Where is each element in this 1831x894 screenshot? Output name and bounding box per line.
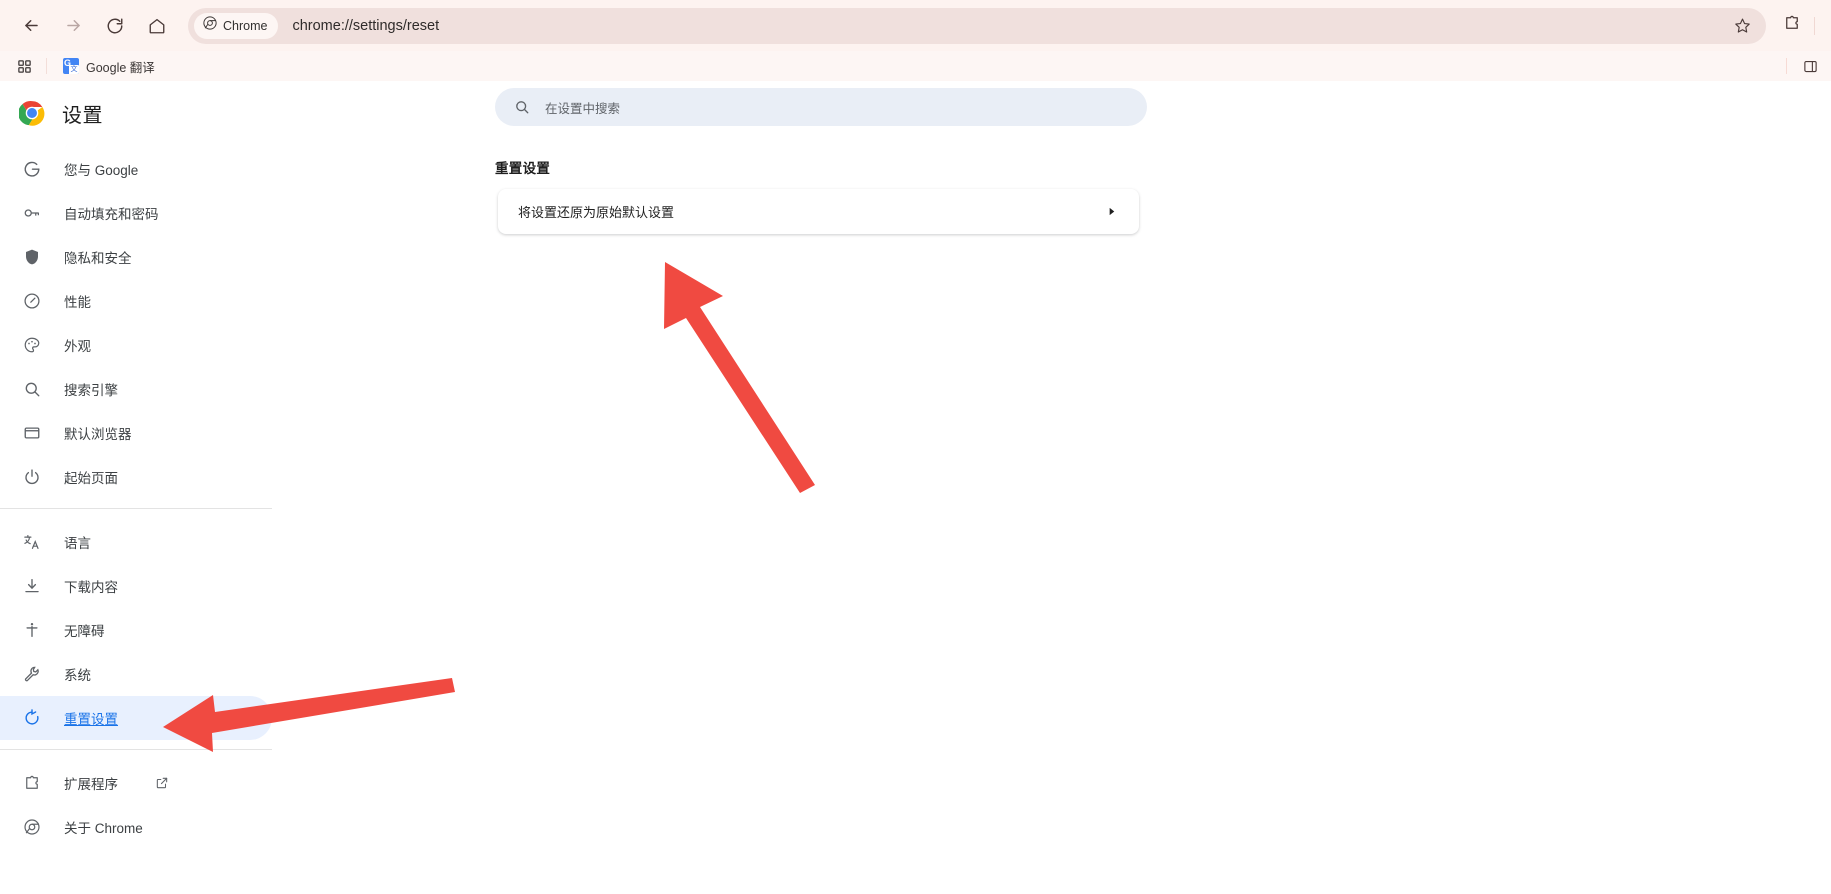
sidebar-item-label: 重置设置 xyxy=(64,712,118,727)
chrome-outline-icon xyxy=(22,817,42,837)
settings-sidebar: 设置 您与 Google 自动填充和密码 隐私和安全 性能 外观 搜索引擎 默认… xyxy=(0,81,272,894)
sidebar-item-label: 扩展程序 xyxy=(64,777,118,792)
omnibox-chip-label: Chrome xyxy=(223,18,268,33)
apps-grid-icon[interactable] xyxy=(12,54,36,78)
sidebar-item-autofill-passwords[interactable]: 自动填充和密码 xyxy=(0,191,272,235)
sidebar-item-privacy-security[interactable]: 隐私和安全 xyxy=(0,235,272,279)
sidebar-item-accessibility[interactable]: 无障碍 xyxy=(0,608,272,652)
home-button[interactable] xyxy=(140,9,174,43)
chrome-logo-icon xyxy=(18,100,45,126)
sidebar-item-reset-settings[interactable]: 重置设置 xyxy=(0,696,272,740)
reset-to-defaults-label: 将设置还原为原始默认设置 xyxy=(518,205,675,220)
sidebar-item-label: 您与 Google xyxy=(64,163,139,178)
puzzle-piece-icon xyxy=(22,773,42,793)
bookmark-item-google-translate[interactable]: G文 Google 翻译 xyxy=(57,54,161,79)
translate-icon xyxy=(22,532,42,552)
accessibility-icon xyxy=(22,620,42,640)
settings-search-wrapper: 在设置中搜索 xyxy=(495,88,1147,126)
search-placeholder: 在设置中搜索 xyxy=(545,101,621,116)
forward-button[interactable] xyxy=(56,9,90,43)
chevron-right-icon xyxy=(1105,206,1117,218)
arrow-left-icon xyxy=(22,16,41,35)
sidebar-divider-2 xyxy=(0,749,272,750)
google-g-icon xyxy=(22,159,42,179)
sidebar-item-label: 关于 Chrome xyxy=(64,821,143,836)
speedometer-icon xyxy=(22,291,42,311)
omnibox-chrome-chip[interactable]: Chrome xyxy=(194,12,279,39)
sidebar-nav-group-3: 扩展程序 关于 Chrome xyxy=(0,759,272,849)
home-icon xyxy=(148,17,166,35)
sidebar-item-extensions[interactable]: 扩展程序 xyxy=(0,761,272,805)
sidebar-item-label: 默认浏览器 xyxy=(64,427,132,442)
google-translate-icon: G文 xyxy=(63,58,79,74)
side-panel-icon[interactable] xyxy=(1801,57,1819,75)
power-icon xyxy=(22,467,42,487)
omnibox-url-text: chrome://settings/reset xyxy=(292,17,440,34)
sidebar-item-appearance[interactable]: 外观 xyxy=(0,323,272,367)
reset-to-defaults-row[interactable]: 将设置还原为原始默认设置 xyxy=(498,189,1139,234)
sidebar-item-label: 系统 xyxy=(64,668,91,683)
bookmarks-bar-right xyxy=(1786,57,1819,75)
sidebar-item-label: 无障碍 xyxy=(64,624,105,639)
back-button[interactable] xyxy=(14,9,48,43)
toolbar-divider xyxy=(1814,16,1815,35)
bookmarks-divider xyxy=(46,58,47,74)
sidebar-item-you-and-google[interactable]: 您与 Google xyxy=(0,147,272,191)
puzzle-piece-icon xyxy=(1783,14,1801,37)
sidebar-nav-group-1: 您与 Google 自动填充和密码 隐私和安全 性能 外观 搜索引擎 默认浏览器… xyxy=(0,145,272,499)
sidebar-item-label: 起始页面 xyxy=(64,471,118,486)
sidebar-item-on-startup[interactable]: 起始页面 xyxy=(0,455,272,499)
sidebar-item-label: 隐私和安全 xyxy=(64,251,132,266)
bookmark-star-icon[interactable] xyxy=(1728,12,1756,40)
sidebar-item-label: 性能 xyxy=(64,295,91,310)
download-icon xyxy=(22,576,42,596)
address-bar[interactable]: Chrome chrome://settings/reset xyxy=(188,7,1766,44)
search-icon xyxy=(513,98,531,116)
sidebar-item-languages[interactable]: 语言 xyxy=(0,520,272,564)
bookmark-label: Google 翻译 xyxy=(86,60,155,75)
sidebar-item-about-chrome[interactable]: 关于 Chrome xyxy=(0,805,272,849)
reload-button[interactable] xyxy=(98,9,132,43)
sidebar-divider-1 xyxy=(0,508,272,509)
section-title-reset-settings: 重置设置 xyxy=(495,161,551,176)
extensions-button[interactable] xyxy=(1776,10,1808,42)
search-icon xyxy=(22,379,42,399)
settings-page: 设置 您与 Google 自动填充和密码 隐私和安全 性能 外观 搜索引擎 默认… xyxy=(0,81,1831,894)
browser-window-icon xyxy=(22,423,42,443)
palette-icon xyxy=(22,335,42,355)
sidebar-item-label: 外观 xyxy=(64,339,91,354)
settings-main-content: 在设置中搜索 重置设置 将设置还原为原始默认设置 xyxy=(272,81,1831,894)
sidebar-item-default-browser[interactable]: 默认浏览器 xyxy=(0,411,272,455)
search-input[interactable]: 在设置中搜索 xyxy=(495,88,1147,126)
sidebar-item-performance[interactable]: 性能 xyxy=(0,279,272,323)
key-icon xyxy=(22,203,42,223)
reset-circular-arrow-icon xyxy=(22,708,42,728)
wrench-icon xyxy=(22,664,42,684)
sidebar-item-label: 搜索引擎 xyxy=(64,383,118,398)
chrome-logo-icon xyxy=(203,16,217,35)
sidebar-item-search-engine[interactable]: 搜索引擎 xyxy=(0,367,272,411)
open-in-new-icon[interactable] xyxy=(154,776,169,791)
sidebar-nav-group-2: 语言 下载内容 无障碍 系统 重置设置 xyxy=(0,518,272,740)
reload-icon xyxy=(106,17,124,35)
browser-toolbar: Chrome chrome://settings/reset xyxy=(0,0,1831,51)
sidebar-item-system[interactable]: 系统 xyxy=(0,652,272,696)
settings-header: 设置 xyxy=(0,81,272,145)
shield-icon xyxy=(22,247,42,267)
sidebar-item-label: 下载内容 xyxy=(64,580,118,595)
arrow-right-icon xyxy=(64,16,83,35)
sidebar-item-label: 语言 xyxy=(64,536,91,551)
page-title: 设置 xyxy=(62,104,103,127)
sidebar-item-label: 自动填充和密码 xyxy=(64,207,159,222)
sidebar-item-downloads[interactable]: 下载内容 xyxy=(0,564,272,608)
bookmarks-right-divider xyxy=(1786,58,1787,74)
bookmarks-bar: G文 Google 翻译 xyxy=(0,51,1831,81)
